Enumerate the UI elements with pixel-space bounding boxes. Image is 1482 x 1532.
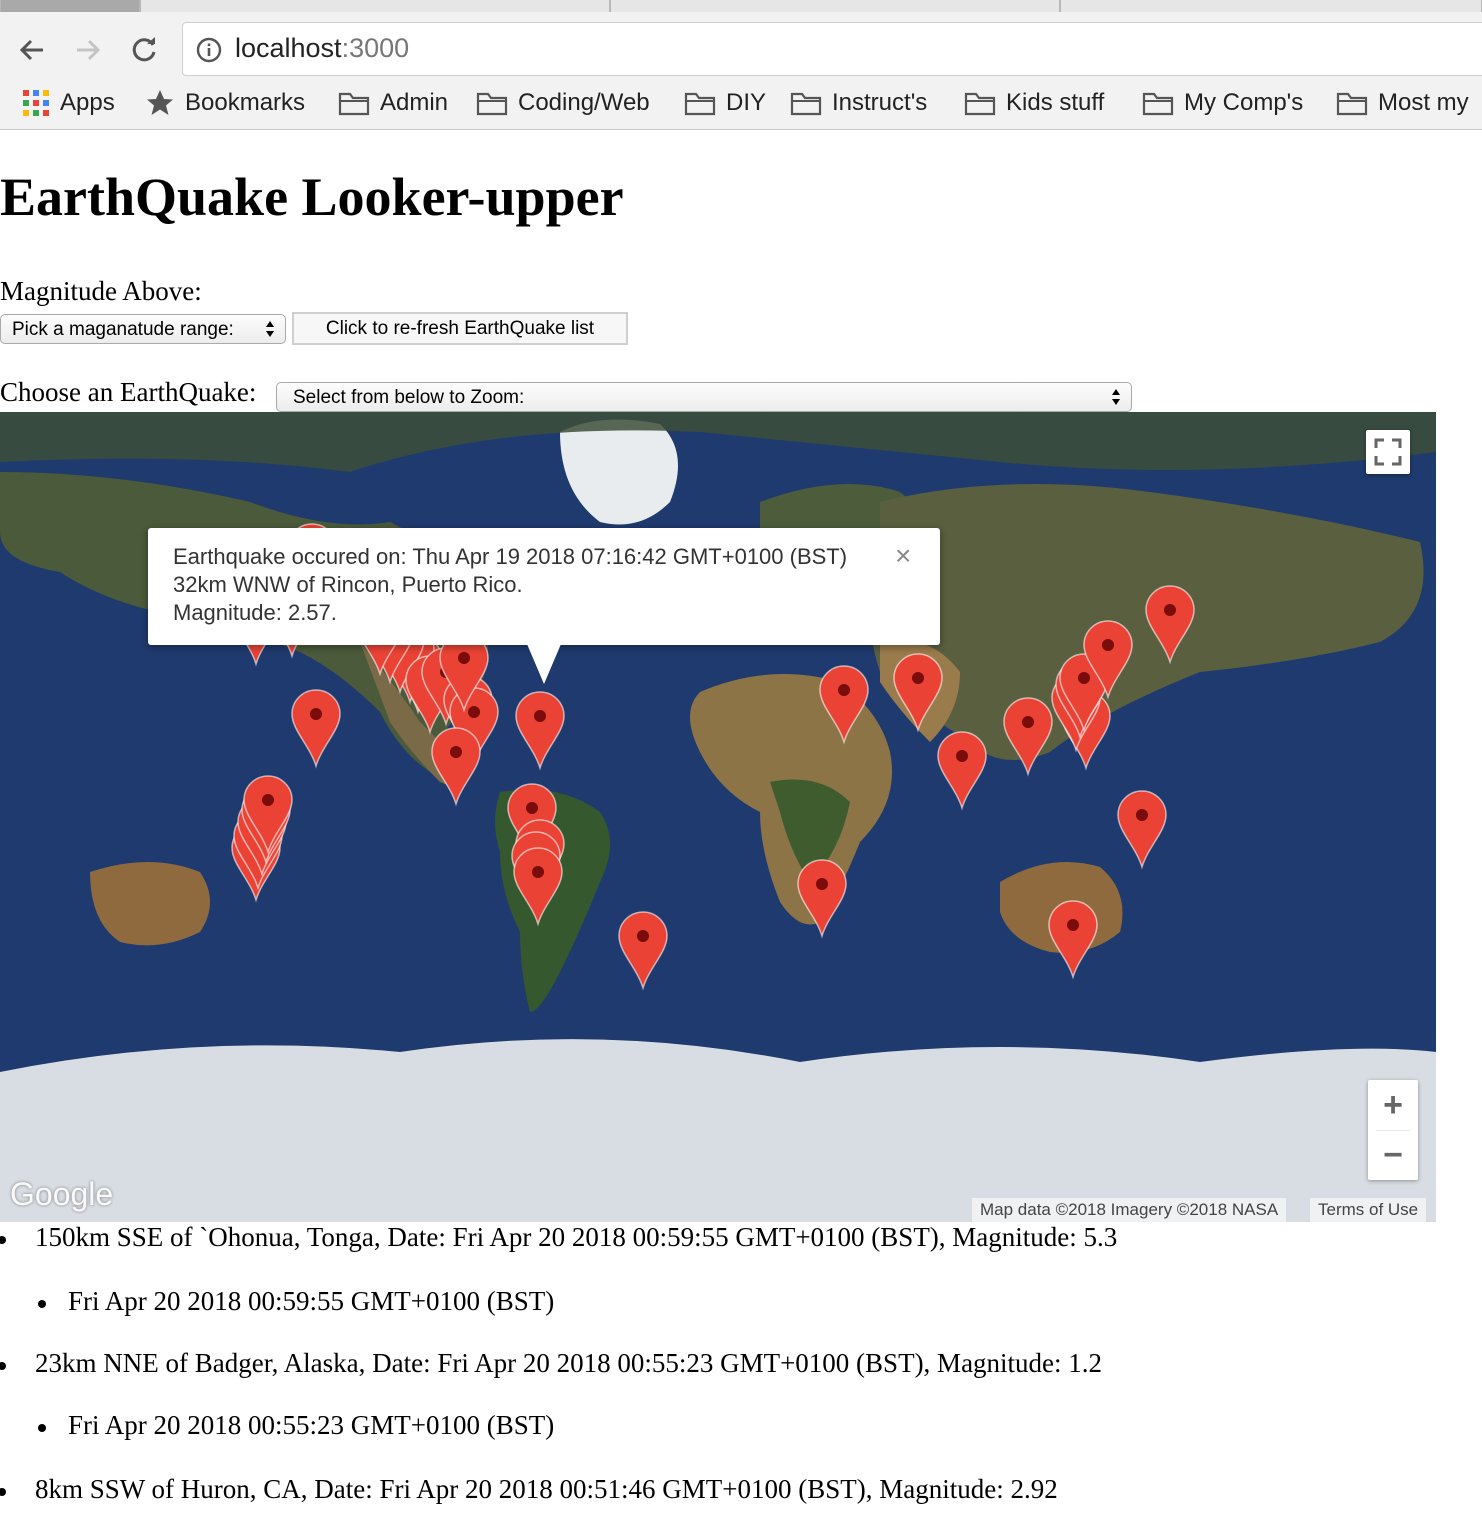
quake-list-subitem: Fri Apr 20 2018 00:55:23 GMT+0100 (BST) — [68, 1410, 555, 1440]
bookmark-most-my[interactable]: Most my — [1336, 88, 1469, 118]
bookmark-instructs[interactable]: Instruct's — [790, 88, 927, 118]
earthquake-select[interactable]: Select from below to Zoom: — [276, 382, 1132, 412]
earthquake-marker[interactable] — [618, 911, 668, 991]
quake-list-subitem: Fri Apr 20 2018 00:59:55 GMT+0100 (BST) — [68, 1286, 555, 1316]
fullscreen-icon — [1374, 438, 1402, 466]
browser-tab[interactable] — [0, 0, 140, 12]
earthquake-marker[interactable] — [937, 731, 987, 811]
reload-button[interactable] — [126, 34, 162, 66]
earthquake-marker[interactable] — [1003, 697, 1053, 777]
fullscreen-button[interactable] — [1366, 430, 1410, 474]
earthquake-marker[interactable] — [513, 847, 563, 927]
page-title: EarthQuake Looker-upper — [0, 167, 624, 227]
earthquake-marker[interactable] — [819, 665, 869, 745]
star-icon — [147, 90, 173, 115]
folder-icon — [1336, 92, 1368, 116]
folder-icon — [684, 92, 716, 116]
list-bullet — [38, 1300, 46, 1308]
zoom-in-button[interactable]: + — [1368, 1080, 1418, 1130]
forward-arrow-icon — [77, 39, 101, 61]
apps-grid-icon — [23, 90, 49, 116]
folder-icon — [790, 92, 822, 116]
folder-icon — [476, 92, 508, 116]
bookmarks-bar: Apps Bookmarks Admin Coding/Web DIY Inst… — [0, 76, 1482, 130]
earthquake-marker[interactable] — [515, 691, 565, 771]
browser-tab[interactable] — [1060, 0, 1482, 12]
select-arrows-icon — [1112, 389, 1120, 405]
info-window-magnitude: Magnitude: 2.57. — [173, 600, 337, 625]
magnitude-select-value: Pick a maganatude range: — [12, 319, 234, 340]
bookmark-kids-stuff[interactable]: Kids stuff — [964, 88, 1104, 118]
quake-list-item: 8km SSW of Huron, CA, Date: Fri Apr 20 2… — [35, 1474, 1058, 1504]
bookmark-label: Apps — [60, 89, 115, 116]
magnitude-label: Magnitude Above: — [0, 276, 202, 306]
bookmark-label: Bookmarks — [185, 89, 306, 116]
quake-list-item: 150km SSE of `Ohonua, Tonga, Date: Fri A… — [35, 1222, 1118, 1252]
browser-tab[interactable] — [140, 0, 610, 12]
list-bullet — [0, 1362, 6, 1370]
select-arrows-icon — [266, 321, 274, 337]
earthquake-marker[interactable] — [291, 689, 341, 769]
info-window: Earthquake occured on: Thu Apr 19 2018 0… — [148, 528, 940, 684]
map-attribution: Map data ©2018 Imagery ©2018 NASA — [972, 1198, 1287, 1222]
bookmark-admin[interactable]: Admin — [338, 88, 448, 118]
info-window-tail — [527, 644, 561, 684]
back-arrow-icon — [19, 39, 43, 61]
zoom-control: + − — [1368, 1080, 1418, 1180]
tab-strip — [0, 0, 1482, 12]
choose-earthquake-label: Choose an EarthQuake: — [0, 377, 257, 407]
earthquake-select-value: Select from below to Zoom: — [293, 387, 525, 408]
bookmark-label: Instruct's — [832, 89, 928, 116]
bookmark-my-comps[interactable]: My Comp's — [1142, 88, 1303, 118]
back-button[interactable] — [14, 34, 50, 66]
forward-button[interactable] — [70, 34, 106, 66]
quake-list-item: 23km NNE of Badger, Alaska, Date: Fri Ap… — [35, 1348, 1103, 1378]
bookmark-coding-web[interactable]: Coding/Web — [476, 88, 650, 118]
terms-of-use-link[interactable]: Terms of Use — [1310, 1198, 1427, 1222]
info-window-location: 32km WNW of Rincon, Puerto Rico. — [173, 572, 523, 597]
url-text: localhost:3000 — [235, 33, 409, 64]
url-port: :3000 — [341, 33, 410, 63]
reload-icon — [132, 37, 156, 62]
bookmark-label: Coding/Web — [518, 89, 650, 116]
bookmark-label: Kids stuff — [1006, 89, 1105, 116]
earthquake-marker[interactable] — [1117, 790, 1167, 870]
address-bar[interactable]: localhost:3000 — [182, 22, 1482, 76]
info-window-close-button[interactable]: × — [895, 540, 911, 572]
list-bullet — [0, 1488, 6, 1496]
earthquake-marker[interactable] — [797, 859, 847, 939]
zoom-out-button[interactable]: − — [1368, 1130, 1418, 1180]
bookmark-diy[interactable]: DIY — [684, 88, 766, 118]
bookmark-label: DIY — [726, 89, 767, 116]
bookmark-label: Admin — [380, 89, 449, 116]
list-bullet — [0, 1236, 6, 1244]
earthquake-marker[interactable] — [431, 727, 481, 807]
list-bullet — [38, 1424, 46, 1432]
folder-icon — [964, 92, 996, 116]
folder-icon — [1142, 92, 1174, 116]
bookmark-bookmarks[interactable]: Bookmarks — [145, 88, 305, 118]
bookmark-apps[interactable]: Apps — [22, 88, 115, 118]
earthquake-marker[interactable] — [1145, 585, 1195, 665]
bookmark-label: Most my — [1378, 89, 1469, 116]
folder-icon — [338, 92, 370, 116]
info-icon[interactable] — [195, 36, 223, 64]
bookmark-label: My Comp's — [1184, 89, 1304, 116]
google-logo[interactable]: Google — [10, 1176, 113, 1213]
info-window-date: Earthquake occured on: Thu Apr 19 2018 0… — [173, 544, 848, 569]
browser-tab[interactable] — [610, 0, 1060, 12]
magnitude-select[interactable]: Pick a maganatude range: — [0, 314, 286, 344]
earthquake-marker[interactable] — [893, 653, 943, 733]
earthquake-marker[interactable] — [1048, 900, 1098, 980]
refresh-button[interactable]: Click to re-fresh EarthQuake list — [292, 312, 628, 345]
url-host: localhost — [235, 33, 342, 63]
